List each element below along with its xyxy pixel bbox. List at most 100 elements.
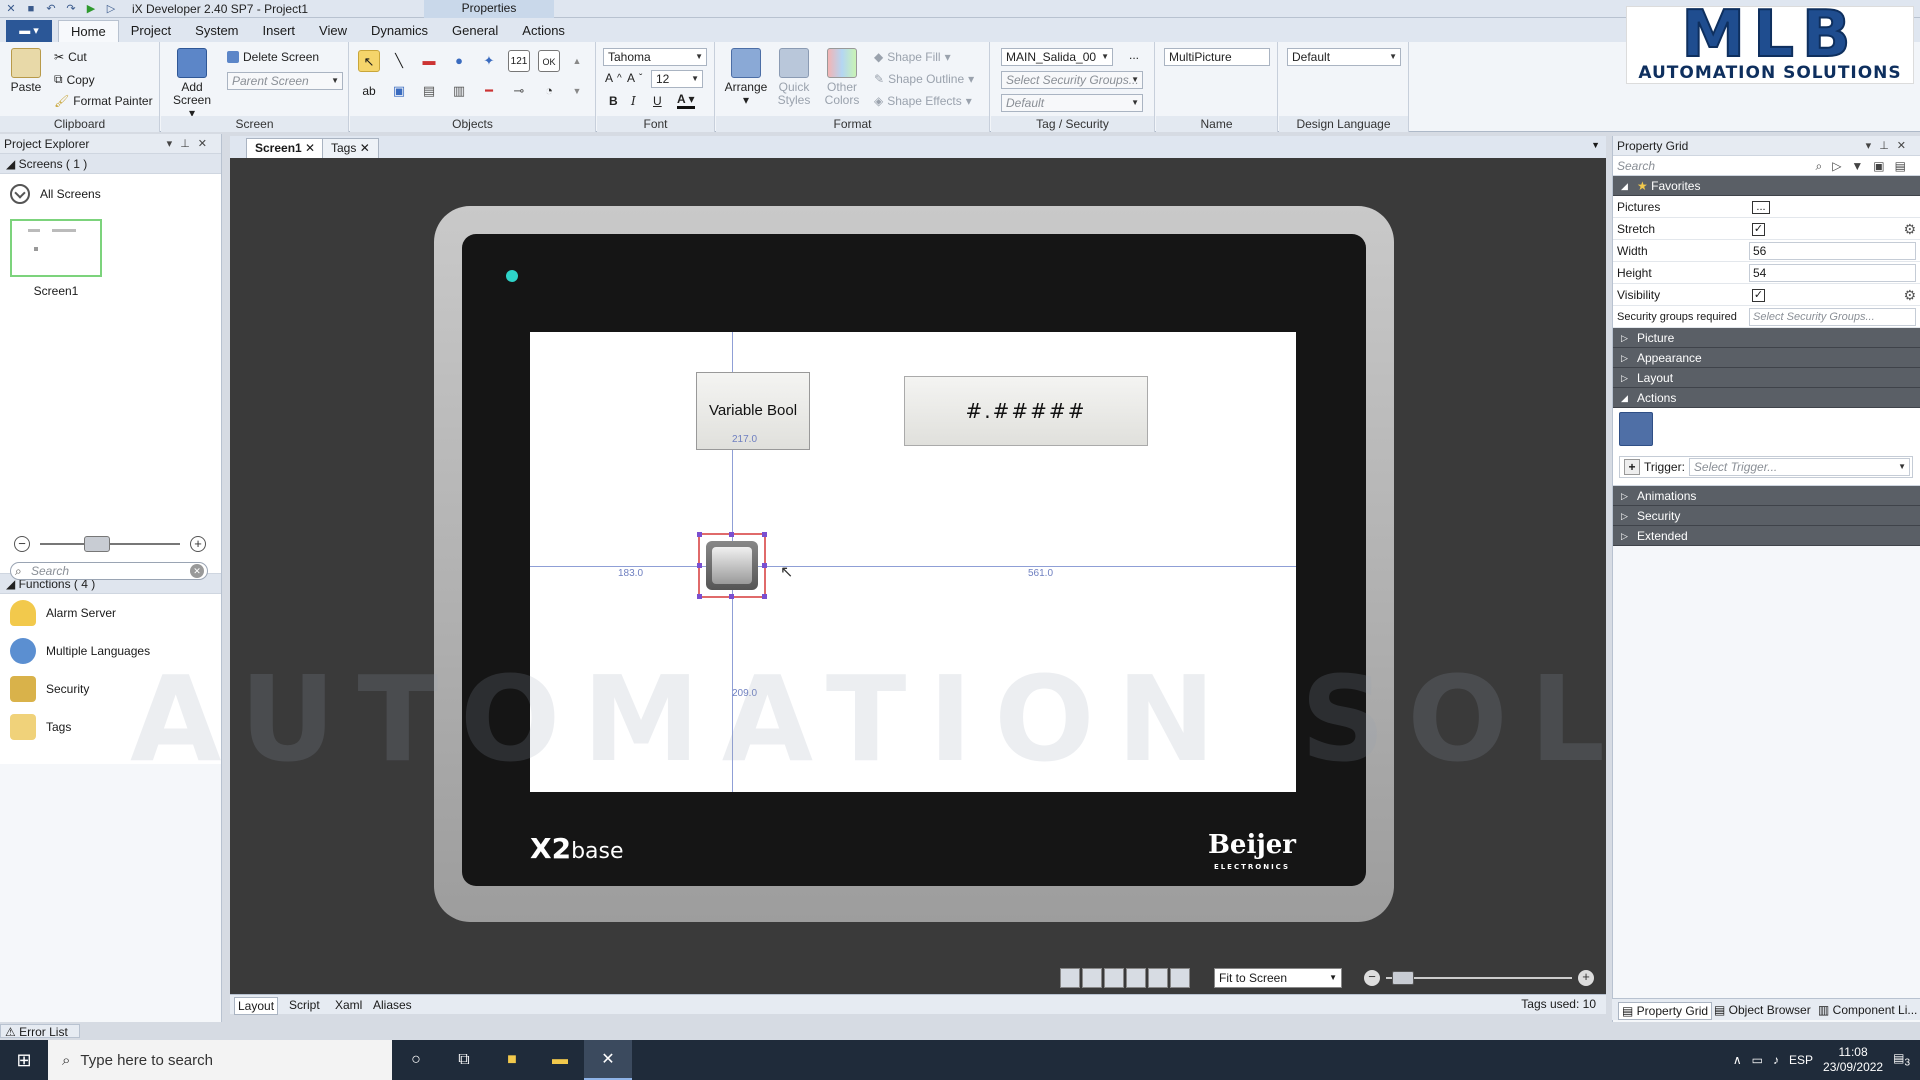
other-colors-button[interactable]: Other Colors [820,48,864,107]
tab-aliases[interactable]: Aliases [370,997,415,1013]
gear-icon[interactable]: ⚙ [1903,221,1916,238]
font-family-combo[interactable]: Tahoma ▼ [603,48,707,66]
snap-icon[interactable] [1082,968,1102,988]
zoom-in-icon[interactable]: + [1578,970,1594,986]
function-security[interactable]: Security [0,670,221,708]
function-multiple-languages[interactable]: Multiple Languages [0,632,221,670]
tab-layout[interactable]: Layout [234,997,279,1015]
grow-font-button[interactable]: A ^ [605,71,622,85]
tab-tags[interactable]: Tags ✕ [322,138,379,158]
gear-icon[interactable]: ⚙ [1903,287,1916,304]
task-view-icon[interactable]: ⧉ [440,1040,488,1080]
picture-tool[interactable]: ▣ [388,80,410,102]
security-default-combo[interactable]: Default ▼ [1001,94,1143,112]
rectangle-tool[interactable]: ▬ [418,50,440,72]
pictures-browse-button[interactable]: ... [1752,200,1770,214]
circular-meter-tool[interactable]: ◔ [538,80,560,102]
pointer-tool[interactable]: ↖ [358,50,380,72]
tab-property-grid[interactable]: ▤ Property Grid [1618,1002,1713,1020]
tab-xaml[interactable]: Xaml [332,997,365,1013]
tab-system[interactable]: System [183,20,250,42]
windows-start-icon[interactable]: ⊞ [0,1040,48,1080]
screen1-thumbnail[interactable] [10,219,102,277]
volume-icon[interactable]: ♪ [1773,1053,1779,1067]
tab-component-library[interactable]: ▥ Component Li... [1818,1002,1917,1018]
trigger-select[interactable]: Select Trigger... ▼ [1688,458,1910,476]
category-actions[interactable]: Actions [1613,388,1920,408]
arrange-button[interactable]: Arrange ▾ [724,48,768,107]
pane-controls-icon[interactable]: ▾⊥✕ [1866,136,1914,156]
button-tool[interactable]: OK [538,50,560,72]
stretch-checkbox[interactable]: ✓ [1752,222,1765,236]
canvas-zoom-slider[interactable]: − + [1364,970,1594,986]
zoom-out-icon[interactable]: − [14,536,30,552]
ellipse-tool[interactable]: ● [448,50,470,72]
design-language-combo[interactable]: Default ▼ [1287,48,1401,66]
cortana-icon[interactable]: ○ [392,1040,440,1080]
text-tool[interactable]: ab [358,80,380,102]
tag-combo[interactable]: MAIN_Salida_00 ▼ [1001,48,1113,66]
trend-tool[interactable]: ▥ [448,80,470,102]
resize-handle[interactable] [762,532,767,537]
slider-tool[interactable]: ━ [478,80,500,102]
height-input[interactable]: 54 [1749,263,1916,282]
action-icon[interactable] [1619,412,1653,446]
error-list-tab[interactable]: ⚠ Error List [0,1024,80,1039]
file-menu-button[interactable]: ▬ ▾ [6,20,52,42]
tab-insert[interactable]: Insert [251,20,308,42]
run-icon[interactable]: ▶ [84,2,98,16]
numeric-display[interactable]: #.##### [904,376,1148,446]
quick-styles-button[interactable]: Quick Styles [772,48,816,107]
app-pin-icon[interactable]: ■ [488,1040,536,1080]
simulate-icon[interactable]: ▷ [104,2,118,16]
language-indicator[interactable]: ESP [1789,1053,1813,1067]
grid-icon[interactable] [1060,968,1080,988]
numeric-tool[interactable]: 121 [508,50,530,72]
italic-button[interactable]: I [631,94,636,108]
category-animations[interactable]: Animations [1613,486,1920,506]
format-painter-button[interactable]: 🖌 Format Painter [54,94,153,108]
security-groups-combo[interactable]: Select Security Groups... ▼ [1001,71,1143,89]
shape-effects-button[interactable]: ◈ Shape Effects ▾ [874,94,972,108]
resize-handle[interactable] [762,594,767,599]
tag-browse-button[interactable]: ... [1129,48,1139,62]
tab-view[interactable]: View [307,20,359,42]
comment-icon[interactable] [1104,968,1124,988]
screens-section-header[interactable]: ◢ Screens ( 1 ) [0,154,221,174]
tab-home[interactable]: Home [58,20,119,42]
resize-handle[interactable] [729,532,734,537]
function-tags[interactable]: Tags [0,708,221,746]
property-search-input[interactable]: Search ⌕▷▼▣▤ [1613,156,1920,176]
close-icon[interactable]: ✕ [305,141,315,155]
category-extended[interactable]: Extended [1613,526,1920,546]
clock[interactable]: 11:08 23/09/2022 [1823,1045,1883,1075]
add-screen-button[interactable]: Add Screen ▾ [169,48,215,120]
ruler-icon[interactable] [1170,968,1190,988]
network-icon[interactable]: ▭ [1752,1053,1763,1067]
tooltip-icon[interactable] [1126,968,1146,988]
delete-screen-button[interactable]: Delete Screen [227,50,319,64]
multipicture-tool[interactable]: ▤ [418,80,440,102]
tab-project[interactable]: Project [119,20,183,42]
screens-search-input[interactable]: ⌕ Search ✕ [10,562,208,580]
resize-handle[interactable] [697,532,702,537]
tab-object-browser[interactable]: ▤ Object Browser [1714,1002,1811,1018]
shape-fill-button[interactable]: ◆ Shape Fill ▾ [874,50,951,64]
tab-script[interactable]: Script [286,997,323,1013]
all-screens-toggle[interactable]: All Screens [10,184,101,204]
tab-actions[interactable]: Actions [510,20,577,42]
slider-knob[interactable] [1392,971,1414,985]
hmi-screen[interactable]: Variable Bool #.##### 217.0 183.0 561.0 … [530,332,1296,792]
paste-button[interactable]: Paste [8,48,44,94]
pane-controls-icon[interactable]: ▾⊥✕ [167,134,215,154]
display-icon[interactable] [1148,968,1168,988]
shape-outline-button[interactable]: ✎ Shape Outline ▾ [874,72,974,86]
add-trigger-icon[interactable]: + [1624,459,1640,475]
category-appearance[interactable]: Appearance [1613,348,1920,368]
font-size-combo[interactable]: 12 ▼ [651,70,703,88]
underline-button[interactable]: U [653,94,662,108]
copy-button[interactable]: ⧉ Copy [54,72,95,87]
design-canvas[interactable]: Variable Bool #.##### 217.0 183.0 561.0 … [230,158,1606,994]
tab-dynamics[interactable]: Dynamics [359,20,440,42]
zoom-fit-combo[interactable]: Fit to Screen ▼ [1214,968,1342,988]
